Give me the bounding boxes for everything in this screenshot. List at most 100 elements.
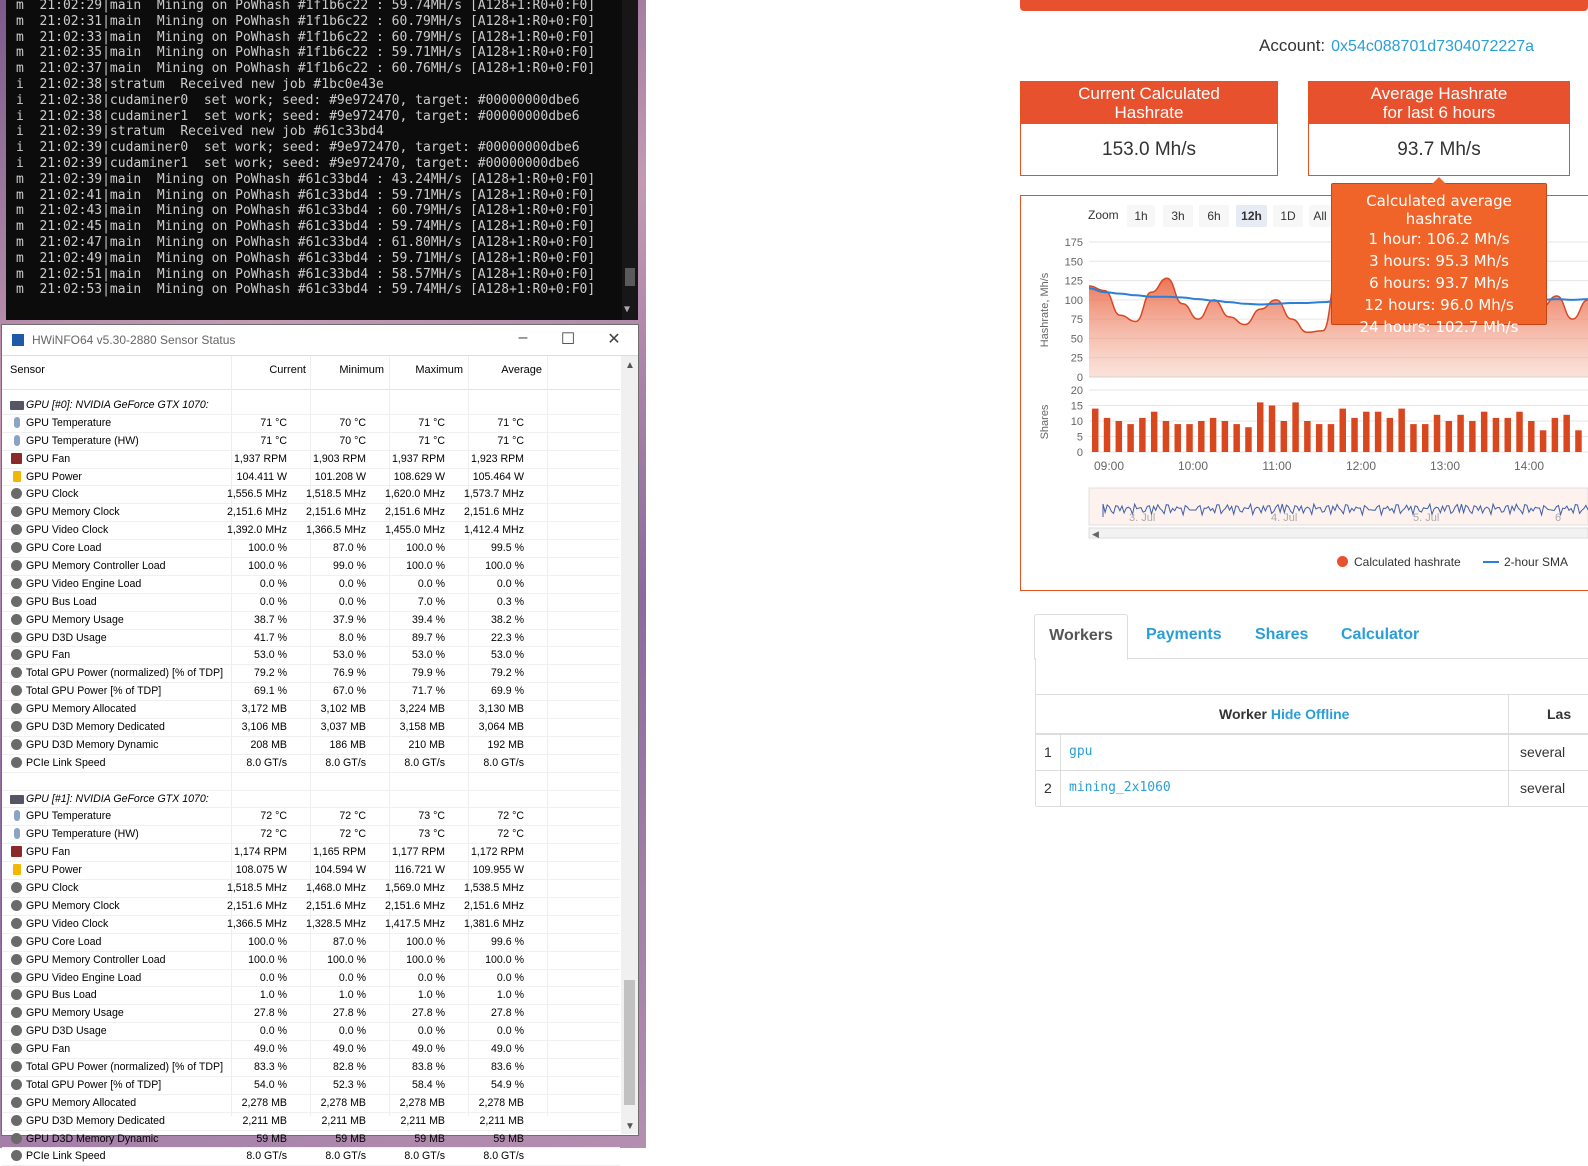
sensor-maximum: 1,569.0 MHz	[384, 882, 445, 895]
sensor-name: GPU D3D Memory Dedicated	[26, 1114, 165, 1127]
sensor-row[interactable]: GPU D3D Memory Dedicated 2,211 MB 2,211 MB…	[2, 1113, 620, 1131]
account-line: Account: 0x54c088701d7304072227a	[1259, 36, 1534, 56]
sensor-name: GPU Clock	[26, 882, 79, 895]
account-address-link[interactable]: 0x54c088701d7304072227a	[1331, 38, 1534, 55]
sensor-average: 49.0 %	[491, 1043, 524, 1056]
zoom-1d-button[interactable]: 1D	[1273, 205, 1303, 227]
sensor-name: GPU D3D Memory Dedicated	[26, 721, 165, 734]
sensor-row[interactable]: GPU Clock 1,518.5 MHz 1,468.0 MHz 1,569.0 M…	[2, 880, 620, 898]
console-scroll-thumb[interactable]	[625, 268, 635, 286]
sensor-row[interactable]: GPU Fan 1,174 RPM 1,165 RPM 1,177 RPM 1,172 …	[2, 844, 620, 863]
sensor-row[interactable]: GPU Memory Controller Load 100.0 % 100.0 %…	[2, 952, 620, 970]
scroll-up-arrow-icon[interactable]: ▲	[625, 360, 635, 371]
sensor-row[interactable]: GPU Bus Load 0.0 % 0.0 % 7.0 % 0.3 %	[2, 594, 620, 612]
tab-shares[interactable]: Shares	[1255, 614, 1308, 658]
sensor-row[interactable]: GPU Video Engine Load 0.0 % 0.0 % 0.0 % 0.0 …	[2, 576, 620, 594]
hwinfo-scroll-thumb[interactable]	[624, 980, 635, 1105]
sensor-row[interactable]: GPU D3D Usage 41.7 % 8.0 % 89.7 % 22.3 %	[2, 630, 620, 648]
zoom-3h-button[interactable]: 3h	[1163, 205, 1193, 227]
table-row[interactable]: 1 gpu several	[1036, 735, 1588, 771]
hide-offline-link[interactable]: Hide Offline	[1271, 706, 1350, 722]
sensor-row[interactable]: GPU Bus Load 1.0 % 1.0 % 1.0 % 1.0 %	[2, 987, 620, 1006]
zoom-all-button[interactable]: All	[1309, 205, 1331, 227]
sensor-row[interactable]: GPU D3D Memory Dynamic 208 MB 186 MB 210 MB…	[2, 737, 620, 755]
scroll-down-arrow-icon[interactable]: ▼	[624, 302, 630, 318]
sensor-group-row[interactable]: GPU [#1]: NVIDIA GeForce GTX 1070:	[2, 791, 620, 809]
sensor-row[interactable]: GPU Memory Allocated 2,278 MB 2,278 MB 2,27…	[2, 1095, 620, 1113]
sensor-row[interactable]: GPU Power 104.411 W 101.208 W 108.629 W 105.…	[2, 469, 620, 487]
table-row[interactable]: 2 mining_2x1060 several	[1036, 771, 1588, 807]
sensor-row[interactable]: GPU Temperature 72 °C 72 °C 73 °C 72 °C	[2, 808, 620, 827]
sensor-row[interactable]: Total GPU Power (normalized) [% of TDP] 7…	[2, 665, 620, 684]
shares-bar	[1221, 421, 1229, 452]
hwinfo-scrollbar[interactable]: ▲ ▼	[621, 356, 638, 1134]
sensor-row[interactable]: GPU Memory Clock 2,151.6 MHz 2,151.6 MHz 2,…	[2, 898, 620, 916]
sensor-row[interactable]: GPU D3D Memory Dynamic 59 MB 59 MB 59 MB 59 …	[2, 1131, 620, 1149]
sensor-row[interactable]: GPU Temperature (HW) 72 °C 72 °C 73 °C 72 °C	[2, 826, 620, 845]
sensor-row[interactable]: GPU Memory Controller Load 100.0 % 99.0 % 1…	[2, 558, 620, 576]
sensor-average: 0.3 %	[496, 595, 524, 608]
shares-bar	[1174, 424, 1181, 452]
sensor-minimum: 3,037 MB	[320, 721, 366, 734]
sensor-row[interactable]: GPU Clock 1,556.5 MHz 1,518.5 MHz 1,620.0 M…	[2, 486, 620, 505]
worker-link[interactable]: gpu	[1069, 744, 1092, 759]
sensor-row[interactable]: GPU Power 108.075 W 104.594 W 116.721 W 109.…	[2, 862, 620, 881]
sensor-average: 1.0 %	[496, 989, 524, 1002]
col-minimum[interactable]: Minimum	[339, 364, 384, 376]
sensor-row[interactable]: GPU Video Clock 1,392.0 MHz 1,366.5 MHz 1,4…	[2, 522, 620, 541]
tab-workers[interactable]: Workers	[1034, 614, 1128, 660]
sensor-row[interactable]: GPU Video Clock 1,366.5 MHz 1,328.5 MHz 1,4…	[2, 916, 620, 934]
close-icon[interactable]: ✕	[603, 329, 625, 349]
sensor-row[interactable]: GPU D3D Usage 0.0 % 0.0 % 0.0 % 0.0 %	[2, 1023, 620, 1042]
sensor-row[interactable]: Total GPU Power (normalized) [% of TDP] 8…	[2, 1059, 620, 1077]
sensor-row[interactable]: GPU Core Load 100.0 % 87.0 % 100.0 % 99.5 %	[2, 540, 620, 559]
zoom-6h-button[interactable]: 6h	[1199, 205, 1229, 227]
sensor-maximum: 71.7 %	[412, 685, 445, 698]
tab-payments[interactable]: Payments	[1146, 614, 1222, 658]
miner-console[interactable]: m 21:02:29|main Mining on PoWhash #1f1b6…	[6, 0, 638, 320]
sensor-row[interactable]: GPU Video Engine Load 0.0 % 0.0 % 0.0 % 0.0 …	[2, 970, 620, 988]
sensor-row[interactable]: PCIe Link Speed 8.0 GT/s 8.0 GT/s 8.0 GT/s 8…	[2, 755, 620, 773]
sensor-current: 100.0 %	[248, 953, 287, 966]
legend-hashrate[interactable]: Calculated hashrate	[1337, 555, 1461, 569]
zoom-1h-button[interactable]: 1h	[1127, 205, 1155, 227]
sensor-row[interactable]: GPU Memory Usage 27.8 % 27.8 % 27.8 % 27.8 %	[2, 1005, 620, 1024]
current-hashrate-card: Current Calculated Hashrate 153.0 Mh/s	[1020, 81, 1278, 176]
col-sensor[interactable]: Sensor	[10, 364, 45, 376]
maximize-icon[interactable]: ☐	[557, 329, 579, 349]
col-current[interactable]: Current	[269, 364, 306, 376]
sensor-maximum: 1.0 %	[417, 989, 445, 1002]
y-tick-label: 5	[1077, 432, 1083, 444]
sensor-row[interactable]: GPU Memory Usage 38.7 % 37.9 % 39.4 % 38.2 %	[2, 612, 620, 630]
tab-calculator[interactable]: Calculator	[1341, 614, 1419, 658]
hwinfo-titlebar[interactable]: HWiNFO64 v5.30-2880 Sensor Status – ☐ ✕	[2, 325, 638, 356]
col-maximum[interactable]: Maximum	[415, 364, 463, 376]
sensor-minimum: 59 MB	[335, 1132, 366, 1145]
sensor-group-row[interactable]: GPU [#0]: NVIDIA GeForce GTX 1070:	[2, 397, 620, 415]
minimize-icon[interactable]: –	[512, 329, 534, 349]
sensor-row[interactable]: Total GPU Power [% of TDP] 54.0 % 52.3 % 58…	[2, 1077, 620, 1095]
col-average[interactable]: Average	[501, 364, 542, 376]
sensor-row[interactable]: GPU Memory Clock 2,151.6 MHz 2,151.6 MHz 2,…	[2, 504, 620, 523]
worker-link[interactable]: mining_2x1060	[1069, 780, 1171, 795]
sensor-row[interactable]: GPU D3D Memory Dedicated 3,106 MB 3,037 MB…	[2, 719, 620, 737]
legend-sma[interactable]: 2-hour SMA	[1483, 555, 1568, 569]
sensor-row[interactable]: GPU Fan 49.0 % 49.0 % 49.0 % 49.0 %	[2, 1041, 620, 1059]
sensor-row[interactable]: GPU Temperature 71 °C 70 °C 71 °C 71 °C	[2, 415, 620, 433]
scroll-down-arrow-icon[interactable]: ▼	[625, 1121, 635, 1132]
sensor-maximum: 53.0 %	[412, 649, 445, 662]
sensor-name: GPU Power	[26, 470, 82, 483]
zoom-12h-button[interactable]: 12h	[1236, 205, 1267, 227]
sensor-row[interactable]: GPU Temperature (HW) 71 °C 70 °C 71 °C 71 °C	[2, 433, 620, 451]
sensor-row[interactable]: GPU Core Load 100.0 % 87.0 % 100.0 % 99.6 %	[2, 934, 620, 952]
sensor-row[interactable]: GPU Memory Allocated 3,172 MB 3,102 MB 3,22…	[2, 701, 620, 720]
sensor-maximum: 1,177 RPM	[392, 846, 445, 859]
sensor-minimum: 72 °C	[339, 828, 366, 841]
sensor-row[interactable]: GPU Fan 53.0 % 53.0 % 53.0 % 53.0 %	[2, 647, 620, 666]
sensor-current: 1,392.0 MHz	[226, 524, 287, 537]
sensor-row[interactable]: PCIe Link Speed 8.0 GT/s 8.0 GT/s 8.0 GT/s 8…	[2, 1148, 620, 1166]
sensor-row[interactable]: Total GPU Power [% of TDP] 69.1 % 67.0 % 71…	[2, 683, 620, 702]
sensor-row[interactable]: GPU Fan 1,937 RPM 1,903 RPM 1,937 RPM 1,923 …	[2, 451, 620, 469]
average-hashrate-card: Average Hashrate for last 6 hours 93.7 Mh…	[1308, 81, 1570, 176]
console-scrollbar[interactable]: ▼	[622, 0, 638, 320]
